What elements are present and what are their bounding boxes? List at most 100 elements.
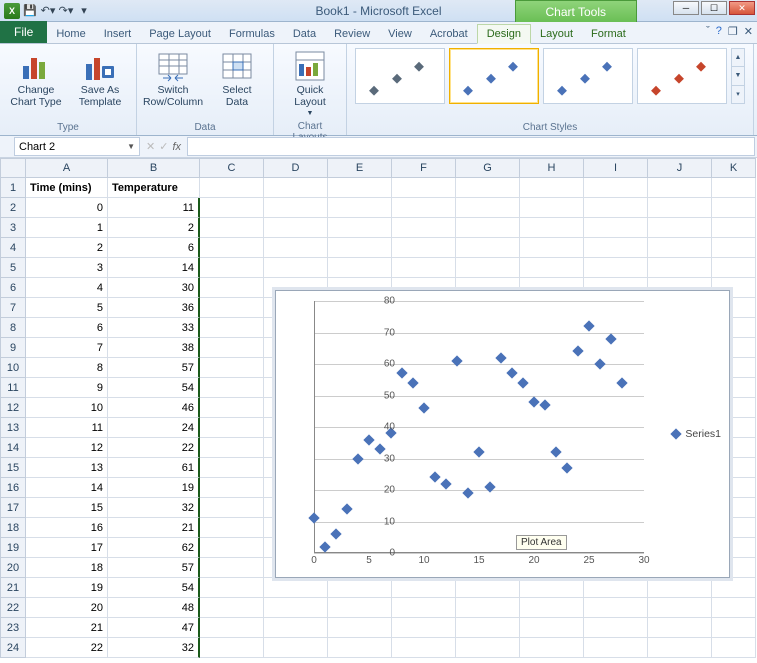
- cell-J21[interactable]: [648, 578, 712, 598]
- row-header-18[interactable]: 18: [0, 518, 26, 538]
- tab-view[interactable]: View: [379, 25, 421, 43]
- close-button[interactable]: ✕: [729, 1, 755, 15]
- cell-I22[interactable]: [584, 598, 648, 618]
- cell-C23[interactable]: [200, 618, 264, 638]
- cell-B16[interactable]: 19: [108, 478, 200, 498]
- cell-B21[interactable]: 54: [108, 578, 200, 598]
- tab-format[interactable]: Format: [582, 25, 635, 43]
- cell-K4[interactable]: [712, 238, 756, 258]
- row-header-20[interactable]: 20: [0, 558, 26, 578]
- cell-B8[interactable]: 33: [108, 318, 200, 338]
- minimize-button[interactable]: ─: [673, 1, 699, 15]
- cell-H1[interactable]: [520, 178, 584, 198]
- worksheet[interactable]: ABCDEFGHIJK 1Time (mins)Temperature20113…: [0, 158, 757, 658]
- undo-icon[interactable]: ↶▾: [40, 3, 56, 19]
- chart-style-3[interactable]: [543, 48, 633, 104]
- workbook-restore-icon[interactable]: ❐: [728, 25, 738, 38]
- cell-G2[interactable]: [456, 198, 520, 218]
- cell-C17[interactable]: [200, 498, 264, 518]
- cell-K22[interactable]: [712, 598, 756, 618]
- column-header-D[interactable]: D: [264, 158, 328, 178]
- column-header-B[interactable]: B: [108, 158, 200, 178]
- chart-legend[interactable]: Series1: [672, 428, 721, 440]
- cell-A12[interactable]: 10: [26, 398, 108, 418]
- cell-A11[interactable]: 9: [26, 378, 108, 398]
- cell-B3[interactable]: 2: [108, 218, 200, 238]
- cell-B15[interactable]: 61: [108, 458, 200, 478]
- cell-G5[interactable]: [456, 258, 520, 278]
- cell-K24[interactable]: [712, 638, 756, 658]
- row-header-16[interactable]: 16: [0, 478, 26, 498]
- cell-C11[interactable]: [200, 378, 264, 398]
- tab-home[interactable]: Home: [47, 25, 94, 43]
- column-header-C[interactable]: C: [200, 158, 264, 178]
- cell-C5[interactable]: [200, 258, 264, 278]
- minimize-ribbon-icon[interactable]: ˇ: [706, 25, 710, 38]
- tab-formulas[interactable]: Formulas: [220, 25, 284, 43]
- cell-I4[interactable]: [584, 238, 648, 258]
- cell-F5[interactable]: [392, 258, 456, 278]
- cell-C22[interactable]: [200, 598, 264, 618]
- cell-A3[interactable]: 1: [26, 218, 108, 238]
- tab-review[interactable]: Review: [325, 25, 379, 43]
- row-header-2[interactable]: 2: [0, 198, 26, 218]
- cell-B5[interactable]: 14: [108, 258, 200, 278]
- cell-A24[interactable]: 22: [26, 638, 108, 658]
- cell-B9[interactable]: 38: [108, 338, 200, 358]
- cell-G22[interactable]: [456, 598, 520, 618]
- cell-J1[interactable]: [648, 178, 712, 198]
- cell-D4[interactable]: [264, 238, 328, 258]
- column-header-J[interactable]: J: [648, 158, 712, 178]
- cell-A6[interactable]: 4: [26, 278, 108, 298]
- cell-A2[interactable]: 0: [26, 198, 108, 218]
- cell-A20[interactable]: 18: [26, 558, 108, 578]
- excel-icon[interactable]: X: [4, 3, 20, 19]
- cell-D5[interactable]: [264, 258, 328, 278]
- cell-D1[interactable]: [264, 178, 328, 198]
- cell-K21[interactable]: [712, 578, 756, 598]
- cell-A18[interactable]: 16: [26, 518, 108, 538]
- cell-F22[interactable]: [392, 598, 456, 618]
- maximize-button[interactable]: ☐: [701, 1, 727, 15]
- column-header-G[interactable]: G: [456, 158, 520, 178]
- cell-A15[interactable]: 13: [26, 458, 108, 478]
- cell-C15[interactable]: [200, 458, 264, 478]
- cell-A14[interactable]: 12: [26, 438, 108, 458]
- chart-style-4[interactable]: [637, 48, 727, 104]
- cell-C4[interactable]: [200, 238, 264, 258]
- save-as-template-button[interactable]: Save As Template: [72, 48, 128, 110]
- cell-B20[interactable]: 57: [108, 558, 200, 578]
- cell-K1[interactable]: [712, 178, 756, 198]
- select-all-corner[interactable]: [0, 158, 26, 178]
- row-header-11[interactable]: 11: [0, 378, 26, 398]
- cell-C13[interactable]: [200, 418, 264, 438]
- help-icon[interactable]: ?: [716, 25, 722, 38]
- cell-H21[interactable]: [520, 578, 584, 598]
- name-box-dropdown-icon[interactable]: ▼: [127, 142, 135, 151]
- cell-G3[interactable]: [456, 218, 520, 238]
- cell-I21[interactable]: [584, 578, 648, 598]
- cell-C6[interactable]: [200, 278, 264, 298]
- column-header-E[interactable]: E: [328, 158, 392, 178]
- cancel-formula-icon[interactable]: ✕: [146, 140, 155, 153]
- cell-E2[interactable]: [328, 198, 392, 218]
- cell-D23[interactable]: [264, 618, 328, 638]
- cell-B19[interactable]: 62: [108, 538, 200, 558]
- cell-A13[interactable]: 11: [26, 418, 108, 438]
- cell-E21[interactable]: [328, 578, 392, 598]
- cell-D24[interactable]: [264, 638, 328, 658]
- row-header-1[interactable]: 1: [0, 178, 26, 198]
- cell-B4[interactable]: 6: [108, 238, 200, 258]
- row-header-12[interactable]: 12: [0, 398, 26, 418]
- tab-insert[interactable]: Insert: [95, 25, 141, 43]
- cell-J3[interactable]: [648, 218, 712, 238]
- cell-F24[interactable]: [392, 638, 456, 658]
- row-header-14[interactable]: 14: [0, 438, 26, 458]
- cell-E1[interactable]: [328, 178, 392, 198]
- cell-H2[interactable]: [520, 198, 584, 218]
- cell-J5[interactable]: [648, 258, 712, 278]
- cell-I3[interactable]: [584, 218, 648, 238]
- cell-G1[interactable]: [456, 178, 520, 198]
- cell-A4[interactable]: 2: [26, 238, 108, 258]
- column-header-H[interactable]: H: [520, 158, 584, 178]
